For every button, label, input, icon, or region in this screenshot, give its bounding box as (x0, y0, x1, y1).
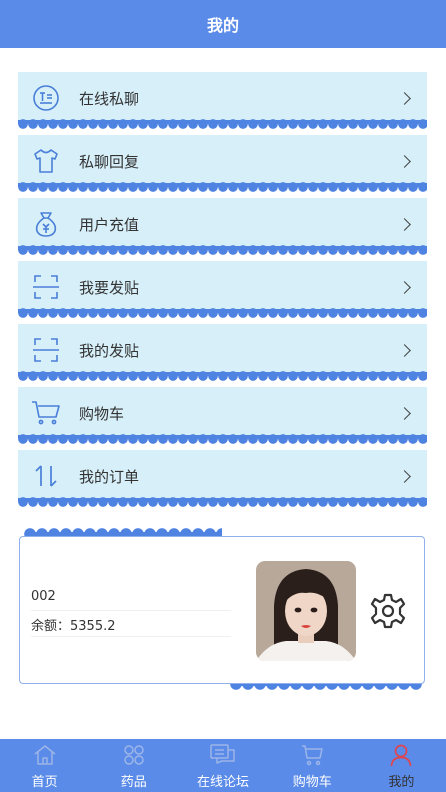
menu-item-my-posts[interactable]: 我的发贴 (18, 324, 427, 381)
tab-label: 我的 (388, 775, 415, 790)
tab-cart[interactable]: 购物车 (268, 739, 357, 792)
scan-frame-icon (31, 272, 61, 302)
menu-label: 我要发贴 (79, 278, 140, 297)
sort-arrows-icon (31, 461, 61, 491)
menu-item-my-orders[interactable]: 我的订单 (18, 450, 427, 507)
chevron-right-icon (398, 217, 411, 231)
menu-label: 用户充值 (79, 215, 140, 234)
menu-item-recharge[interactable]: 用户充值 (18, 198, 427, 255)
gear-icon[interactable] (370, 593, 406, 629)
tab-label: 在线论坛 (197, 775, 250, 790)
menu-item-chat-reply[interactable]: 私聊回复 (18, 135, 427, 192)
user-balance: 余额：5355.2 (31, 615, 231, 637)
user-icon (388, 742, 414, 768)
user-id: 002 (31, 589, 231, 611)
tab-mine[interactable]: 我的 (357, 739, 446, 792)
page-title: 我的 (206, 16, 239, 35)
avatar[interactable] (256, 561, 356, 661)
clover-icon (121, 742, 147, 768)
menu-item-new-post[interactable]: 我要发贴 (18, 261, 427, 318)
chevron-right-icon (398, 280, 411, 294)
top-header: 我的 (0, 0, 446, 48)
shopping-cart-icon (31, 398, 61, 428)
tab-label: 购物车 (292, 775, 332, 790)
cart-icon (299, 742, 325, 768)
tab-label: 首页 (31, 775, 58, 790)
chevron-right-icon (398, 469, 411, 483)
menu-item-online-chat[interactable]: 在线私聊 (18, 72, 427, 129)
chat-list-icon (31, 83, 61, 113)
chevron-right-icon (398, 91, 411, 105)
menu-label: 在线私聊 (79, 89, 140, 108)
menu-label: 我的发贴 (79, 341, 140, 360)
tab-medicine[interactable]: 药品 (89, 739, 178, 792)
menu-list: 在线私聊 私聊回复 用户充值 我要发贴 我的发贴 购物车 我的订单 (18, 72, 427, 513)
menu-item-cart[interactable]: 购物车 (18, 387, 427, 444)
menu-label: 私聊回复 (79, 152, 140, 171)
chevron-right-icon (398, 154, 411, 168)
profile-section: 002 余额：5355.2 (18, 528, 427, 692)
menu-label: 我的订单 (79, 467, 140, 486)
chevron-right-icon (398, 406, 411, 420)
scan-frame-icon (31, 335, 61, 365)
tab-forum[interactable]: 在线论坛 (178, 739, 267, 792)
chevron-right-icon (398, 343, 411, 357)
profile-card: 002 余额：5355.2 (19, 536, 425, 684)
bottom-tab-bar: 首页 药品 在线论坛 购物车 我的 (0, 739, 446, 792)
home-icon (32, 742, 58, 768)
money-bag-icon (31, 209, 61, 239)
tshirt-icon (31, 146, 61, 176)
tab-label: 药品 (120, 775, 147, 790)
tab-home[interactable]: 首页 (0, 739, 89, 792)
menu-label: 购物车 (79, 404, 125, 423)
forum-icon (210, 742, 236, 768)
